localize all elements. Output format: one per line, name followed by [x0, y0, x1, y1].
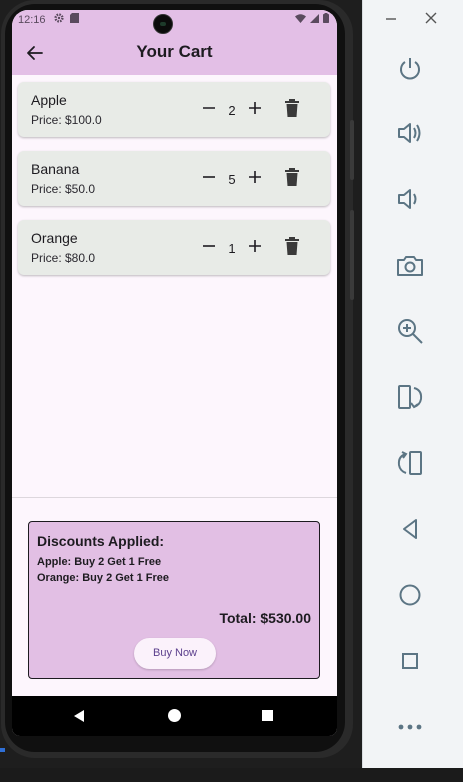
- desktop-strip: [0, 768, 463, 782]
- item-price: Price: $50.0: [31, 182, 96, 196]
- cart-list: Apple Price: $100.0 2 Banana Price: $50.…: [18, 82, 330, 289]
- item-price: Price: $80.0: [31, 251, 96, 265]
- trash-icon[interactable]: [284, 236, 300, 256]
- summary-title: Discounts Applied:: [37, 533, 165, 549]
- cart-item: Orange Price: $80.0 1: [18, 220, 330, 275]
- zoom-icon[interactable]: [394, 315, 426, 347]
- rotate-left-icon[interactable]: [394, 381, 426, 413]
- trash-icon[interactable]: [284, 167, 300, 187]
- gear-icon: [54, 13, 64, 23]
- item-name: Apple: [31, 92, 67, 108]
- discount-line: Orange: Buy 2 Get 1 Free: [37, 572, 170, 584]
- overview-icon[interactable]: [394, 645, 426, 677]
- battery-icon: [323, 13, 329, 23]
- plus-icon[interactable]: [246, 237, 264, 255]
- trash-icon[interactable]: [284, 98, 300, 118]
- wifi-icon: [295, 13, 306, 23]
- item-price: Price: $100.0: [31, 113, 102, 127]
- plus-icon[interactable]: [246, 99, 264, 117]
- volume-up-icon[interactable]: [394, 117, 426, 149]
- back-icon[interactable]: [394, 513, 426, 545]
- sd-card-icon: [70, 13, 79, 23]
- nav-recents-icon[interactable]: [262, 710, 273, 721]
- item-name: Orange: [31, 230, 78, 246]
- desktop-indicator: [0, 748, 5, 752]
- discount-line: Apple: Buy 2 Get 1 Free: [37, 556, 162, 568]
- device-screen: 12:16 Your Cart Apple Price: $100.0 2 Ba…: [12, 10, 337, 736]
- item-name: Banana: [31, 161, 80, 177]
- signal-icon: [310, 13, 319, 23]
- minus-icon[interactable]: [201, 168, 217, 186]
- device-frame: 12:16 Your Cart Apple Price: $100.0 2 Ba…: [1, 0, 354, 758]
- front-camera: [153, 14, 173, 34]
- minus-icon[interactable]: [201, 99, 217, 117]
- status-bar: 12:16: [12, 10, 337, 30]
- power-icon[interactable]: [394, 52, 426, 84]
- nav-back-icon[interactable]: [72, 709, 86, 723]
- more-icon[interactable]: [394, 711, 426, 743]
- cart-item: Apple Price: $100.0 2: [18, 82, 330, 137]
- close-icon[interactable]: [423, 10, 439, 26]
- camera-icon[interactable]: [394, 250, 426, 282]
- minimize-icon[interactable]: [383, 10, 399, 26]
- total-amount: Total: $530.00: [219, 610, 311, 626]
- buy-now-button[interactable]: Buy Now: [134, 638, 216, 669]
- quantity-value: 1: [228, 241, 236, 256]
- app-bar: Your Cart: [12, 30, 337, 75]
- minus-icon[interactable]: [201, 237, 217, 255]
- page-title: Your Cart: [136, 42, 213, 61]
- system-nav-bar: [12, 696, 337, 736]
- plus-icon[interactable]: [246, 168, 264, 186]
- device-side-button: [350, 210, 354, 300]
- quantity-value: 5: [228, 172, 236, 187]
- discount-summary-card: Discounts Applied: Apple: Buy 2 Get 1 Fr…: [28, 521, 320, 679]
- divider: [12, 497, 337, 498]
- status-time: 12:16: [18, 14, 46, 26]
- quantity-value: 2: [228, 103, 236, 118]
- cart-item: Banana Price: $50.0 5: [18, 151, 330, 206]
- emulator-panel: [362, 0, 463, 768]
- nav-home-icon[interactable]: [168, 709, 181, 722]
- rotate-right-icon[interactable]: [394, 447, 426, 479]
- device-side-button: [350, 120, 354, 180]
- volume-down-icon[interactable]: [394, 183, 426, 215]
- home-icon[interactable]: [394, 579, 426, 611]
